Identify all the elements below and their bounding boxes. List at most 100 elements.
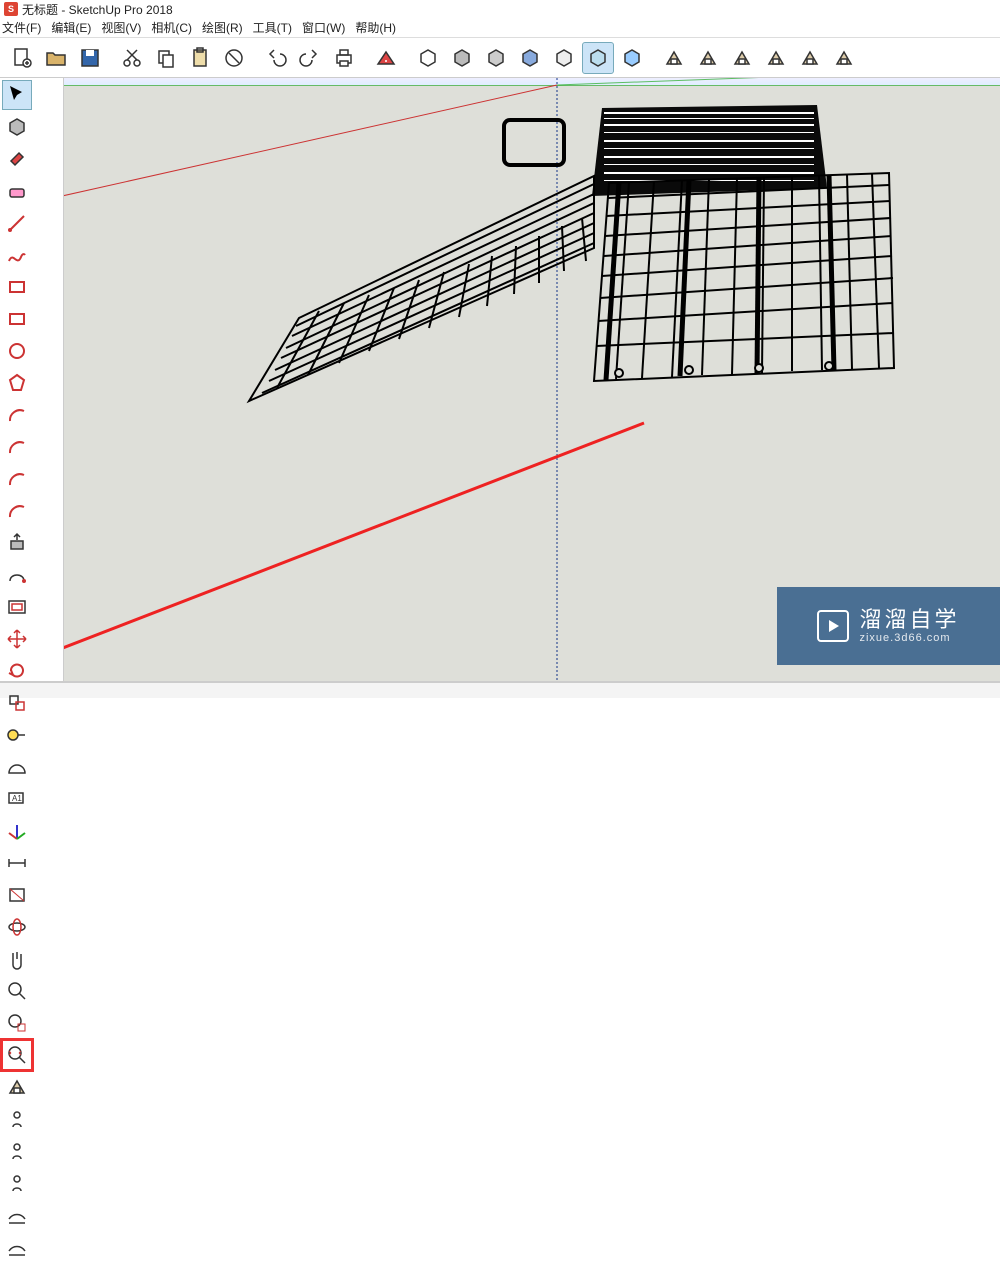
- style-wireframe-button[interactable]: [412, 42, 444, 74]
- position-camera-tool[interactable]: [2, 1104, 32, 1134]
- back-view-button[interactable]: [794, 42, 826, 74]
- freehand-tool[interactable]: [2, 240, 32, 270]
- follow-me-icon: [5, 563, 29, 587]
- zoom-icon: [5, 979, 29, 1003]
- 3pt-arc-tool[interactable]: [2, 464, 32, 494]
- iso-view-icon: [662, 46, 686, 70]
- look-around-icon: [5, 1139, 29, 1163]
- axes-icon: [5, 819, 29, 843]
- arc-tool[interactable]: [2, 400, 32, 430]
- menu-window[interactable]: 窗口(W): [297, 18, 350, 37]
- menu-camera[interactable]: 相机(C): [146, 18, 197, 37]
- component-tool[interactable]: [2, 112, 32, 142]
- zoom-extents-tool[interactable]: [2, 1040, 32, 1070]
- pan-icon: [5, 947, 29, 971]
- print-icon: [332, 46, 356, 70]
- menu-file[interactable]: 文件(F): [2, 18, 46, 37]
- paint-tool[interactable]: [2, 144, 32, 174]
- new-file-button[interactable]: [6, 42, 38, 74]
- save-file-icon: [78, 46, 102, 70]
- style-mono-icon: [552, 46, 576, 70]
- scale-tool[interactable]: [2, 688, 32, 718]
- dimension-tool[interactable]: [2, 848, 32, 878]
- walk-tool[interactable]: [2, 1168, 32, 1198]
- zoom-extents-icon: [5, 1043, 29, 1067]
- zoom-window-tool[interactable]: [2, 1008, 32, 1038]
- cut-button[interactable]: [116, 42, 148, 74]
- menu-view[interactable]: 视图(V): [96, 18, 146, 37]
- offset-tool[interactable]: [2, 592, 32, 622]
- style-textured-button[interactable]: [514, 42, 546, 74]
- text-tool[interactable]: A1: [2, 784, 32, 814]
- save-file-button[interactable]: [74, 42, 106, 74]
- axes-tool[interactable]: [2, 816, 32, 846]
- select-icon: [5, 83, 29, 107]
- dimension-icon: [5, 851, 29, 875]
- text-icon: A1: [5, 787, 29, 811]
- freehand-icon: [5, 243, 29, 267]
- menu-draw[interactable]: 绘图(R): [197, 18, 248, 37]
- redo-button[interactable]: [294, 42, 326, 74]
- style-mono-button[interactable]: [548, 42, 580, 74]
- titlebar: S 无标题 - SketchUp Pro 2018: [0, 0, 1000, 18]
- rotated-rect-tool[interactable]: [2, 304, 32, 334]
- style-textured-icon: [518, 46, 542, 70]
- print-button[interactable]: [328, 42, 360, 74]
- model-info-icon: [374, 46, 398, 70]
- rotated-rect-icon: [5, 307, 29, 331]
- circle-tool[interactable]: [2, 336, 32, 366]
- paste-icon: [188, 46, 212, 70]
- follow-me-tool[interactable]: [2, 560, 32, 590]
- line-tool[interactable]: [2, 208, 32, 238]
- style-hidden-button[interactable]: [446, 42, 478, 74]
- push-pull-icon: [5, 531, 29, 555]
- rect-tool[interactable]: [2, 272, 32, 302]
- open-file-button[interactable]: [40, 42, 72, 74]
- sandbox-2-tool[interactable]: [2, 1232, 32, 1262]
- protractor-tool[interactable]: [2, 752, 32, 782]
- line-icon: [5, 211, 29, 235]
- eraser-icon: [5, 179, 29, 203]
- copy-button[interactable]: [150, 42, 182, 74]
- select-tool[interactable]: [2, 80, 32, 110]
- delete-button[interactable]: [218, 42, 250, 74]
- top-view-button[interactable]: [692, 42, 724, 74]
- prev-view-tool[interactable]: [2, 1072, 32, 1102]
- rotate-tool[interactable]: [2, 656, 32, 686]
- eraser-tool[interactable]: [2, 176, 32, 206]
- tape-tool[interactable]: [2, 720, 32, 750]
- 2pt-arc-tool[interactable]: [2, 432, 32, 462]
- undo-button[interactable]: [260, 42, 292, 74]
- play-icon: [817, 610, 849, 642]
- move-tool[interactable]: [2, 624, 32, 654]
- pie-tool[interactable]: [2, 496, 32, 526]
- menu-edit[interactable]: 编辑(E): [46, 18, 96, 37]
- model-info-button[interactable]: [370, 42, 402, 74]
- menu-help[interactable]: 帮助(H): [350, 18, 401, 37]
- orbit-tool[interactable]: [2, 912, 32, 942]
- front-view-button[interactable]: [726, 42, 758, 74]
- left-view-button[interactable]: [828, 42, 860, 74]
- viewport[interactable]: 溜溜自学 zixue.3d66.com: [64, 78, 1000, 681]
- style-shaded-button[interactable]: [480, 42, 512, 74]
- menu-tools[interactable]: 工具(T): [248, 18, 297, 37]
- look-around-tool[interactable]: [2, 1136, 32, 1166]
- iso-view-button[interactable]: [658, 42, 690, 74]
- redo-icon: [298, 46, 322, 70]
- polygon-tool[interactable]: [2, 368, 32, 398]
- style-backedge-button[interactable]: [616, 42, 648, 74]
- right-view-button[interactable]: [760, 42, 792, 74]
- prev-view-icon: [5, 1075, 29, 1099]
- paste-button[interactable]: [184, 42, 216, 74]
- push-pull-tool[interactable]: [2, 528, 32, 558]
- left-view-icon: [832, 46, 856, 70]
- statusbar: [0, 682, 1000, 698]
- pan-tool[interactable]: [2, 944, 32, 974]
- component-icon: [5, 115, 29, 139]
- section-tool[interactable]: [2, 880, 32, 910]
- cut-icon: [120, 46, 144, 70]
- style-xray-button[interactable]: [582, 42, 614, 74]
- zoom-tool[interactable]: [2, 976, 32, 1006]
- sandbox-1-tool[interactable]: [2, 1200, 32, 1230]
- left-toolbar: A1: [0, 78, 64, 681]
